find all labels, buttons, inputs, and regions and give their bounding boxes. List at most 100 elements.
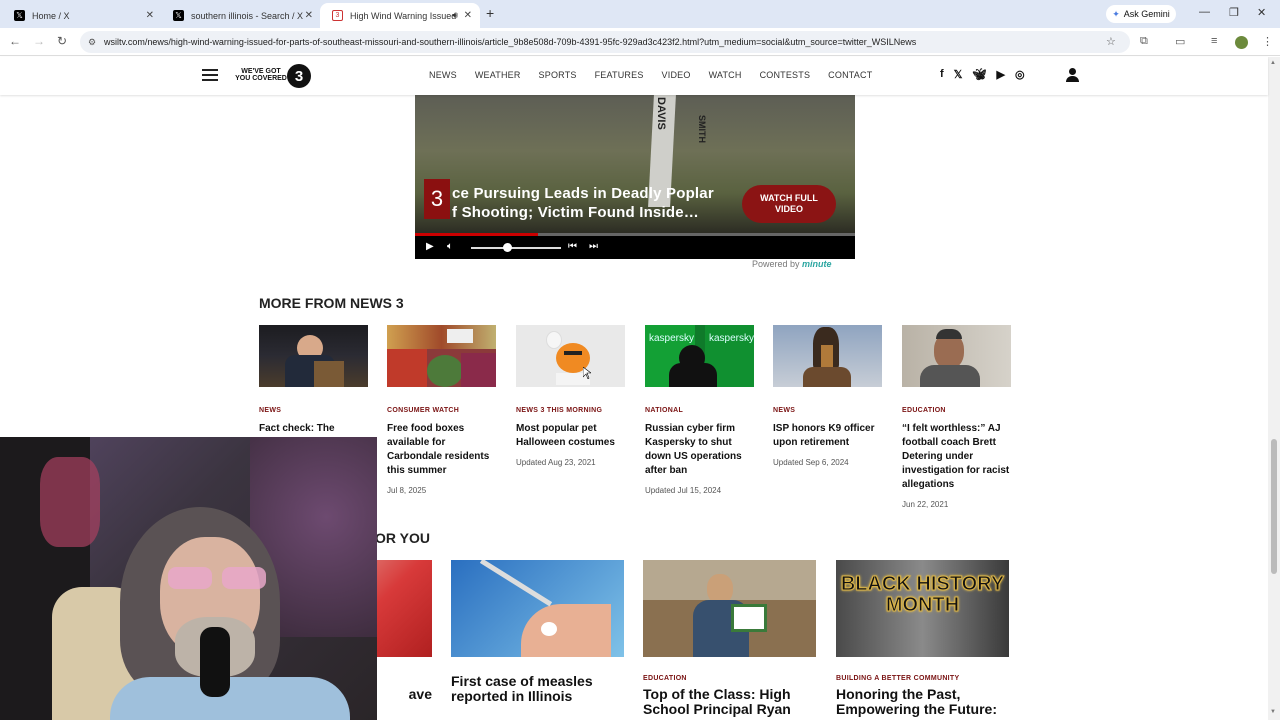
nav-sports[interactable]: SPORTS — [539, 70, 577, 80]
bookmark-star-icon[interactable]: ☆ — [1106, 35, 1116, 48]
story-date: Jun 22, 2021 — [902, 500, 949, 509]
story-category[interactable]: CONSUMER WATCH — [387, 407, 496, 414]
story-title[interactable]: Top of the Class: High School Principal … — [643, 687, 816, 717]
url-text: wsiltv.com/news/high-wind-warning-issued… — [104, 37, 917, 47]
story-category[interactable]: NEWS 3 THIS MORNING — [516, 407, 625, 414]
nav-features[interactable]: FEATURES — [595, 70, 644, 80]
reading-mode-icon[interactable]: ▭ — [1175, 35, 1185, 48]
story-thumbnail[interactable]: kaspersky kaspersky — [645, 325, 754, 387]
mute-icon[interactable]: 🔈︎ — [447, 241, 453, 252]
story-card[interactable]: EDUCATION “I felt worthless:” AJ footbal… — [902, 325, 1011, 509]
story-title[interactable]: First case of measles reported in Illino… — [451, 674, 624, 704]
social-links: f 𝕏 🦋︎ ▶ ◎ — [940, 68, 1025, 81]
back-icon[interactable]: ← — [9, 34, 21, 48]
story-title[interactable]: ISP honors K9 officer upon retirement — [773, 422, 882, 450]
nav-contact[interactable]: CONTACT — [828, 70, 872, 80]
story-category[interactable]: EDUCATION — [902, 407, 1011, 414]
menu-icon[interactable]: ⋮ — [1262, 35, 1273, 48]
story-category[interactable]: NATIONAL — [645, 407, 754, 414]
bluesky-icon[interactable]: 🦋︎ — [973, 68, 987, 81]
close-window-icon[interactable]: ✕ — [1257, 6, 1266, 19]
nav-contests[interactable]: CONTESTS — [760, 70, 811, 80]
scroll-thumb[interactable] — [1271, 439, 1277, 574]
story-category[interactable]: NEWS — [773, 407, 882, 414]
story-thumbnail[interactable] — [259, 325, 368, 387]
scroll-up-icon[interactable]: ▲ — [1270, 60, 1276, 66]
story-card[interactable]: CONSUMER WATCH Free food boxes available… — [387, 325, 496, 495]
tab-search-x[interactable]: 𝕏 southern illinois - Search / X ✕ — [161, 3, 321, 28]
story-title[interactable]: Honoring the Past, Empowering the Future… — [836, 687, 1009, 717]
story-card[interactable]: kaspersky kaspersky NATIONAL Russian cyb… — [645, 325, 754, 495]
watch-full-video-button[interactable]: WATCH FULL VIDEO — [742, 185, 836, 223]
extensions-icon[interactable]: ⧉ — [1140, 35, 1148, 48]
ask-gemini-button[interactable]: ✦ Ask Gemini — [1106, 5, 1176, 23]
video-headline: ce Pursuing Leads in Deadly Poplar f Sho… — [452, 184, 714, 222]
story-title[interactable]: “I felt worthless:” AJ football coach Br… — [902, 422, 1011, 492]
story-title[interactable]: Most popular pet Halloween costumes — [516, 422, 625, 450]
new-tab-button[interactable]: + — [486, 5, 494, 21]
story-thumbnail[interactable] — [902, 325, 1011, 387]
video-frame: DAVIS SMITH 3 ce Pursuing Leads in Deadl… — [415, 95, 855, 235]
tab-title: southern illinois - Search / X — [191, 10, 304, 21]
powered-by: Powered by minute — [752, 259, 832, 269]
volume-knob[interactable] — [503, 243, 512, 252]
next-icon[interactable]: ⏭︎ — [589, 241, 598, 252]
site-info-icon[interactable]: ⚙︎ — [88, 37, 96, 48]
reload-icon[interactable]: ↻ — [57, 34, 67, 48]
story-card[interactable]: BLACK HISTORY MONTH BUILDING A BETTER CO… — [836, 560, 1009, 717]
story-title[interactable]: Russian cyber firm Kaspersky to shut dow… — [645, 422, 754, 478]
scroll-down-icon[interactable]: ▼ — [1270, 709, 1276, 715]
story-card[interactable]: NEWS 3 THIS MORNING Most popular pet Hal… — [516, 325, 625, 467]
media-icon[interactable]: ≡ — [1211, 35, 1217, 47]
forward-icon[interactable]: → — [33, 34, 45, 48]
story-thumbnail[interactable] — [643, 560, 816, 657]
headline-line: f Shooting; Victim Found Inside… — [452, 204, 699, 221]
restore-icon[interactable]: ❐ — [1229, 6, 1239, 19]
story-thumbnail[interactable] — [387, 325, 496, 387]
story-category[interactable]: EDUCATION — [643, 675, 816, 682]
minimize-icon[interactable]: — — [1199, 6, 1210, 18]
facebook-icon[interactable]: f — [940, 68, 944, 81]
address-bar[interactable]: ⚙︎ wsiltv.com/news/high-wind-warning-iss… — [80, 31, 1130, 53]
x-icon[interactable]: 𝕏 — [954, 68, 963, 81]
volume-slider[interactable] — [471, 247, 561, 249]
nav-watch[interactable]: WATCH — [709, 70, 742, 80]
browser-tab-strip: 𝕏 Home / X ✕ 𝕏 southern illinois - Searc… — [0, 0, 1280, 28]
story-thumbnail[interactable] — [773, 325, 882, 387]
speaker-icon[interactable]: 🔊︎ — [452, 10, 458, 21]
nav-weather[interactable]: WEATHER — [475, 70, 521, 80]
kaspersky-sign: kaspersky — [709, 333, 754, 344]
page-scrollbar[interactable]: ▲ ▼ — [1268, 57, 1280, 720]
profile-avatar-icon[interactable] — [1235, 36, 1248, 49]
story-card[interactable]: First case of measles reported in Illino… — [451, 560, 624, 704]
story-card[interactable]: NEWS Fact check: The second — [259, 325, 368, 450]
story-date: Updated Aug 23, 2021 — [516, 458, 596, 467]
story-card[interactable]: EDUCATION Top of the Class: High School … — [643, 560, 816, 717]
tab-home-x[interactable]: 𝕏 Home / X ✕ — [2, 3, 162, 28]
story-card[interactable]: NEWS ISP honors K9 officer upon retireme… — [773, 325, 882, 467]
close-icon[interactable]: ✕ — [305, 10, 313, 21]
instagram-icon[interactable]: ◎ — [1015, 68, 1025, 81]
close-icon[interactable]: ✕ — [464, 10, 472, 21]
hamburger-menu-icon[interactable] — [202, 69, 218, 81]
youtube-icon[interactable]: ▶ — [997, 68, 1005, 81]
account-icon[interactable] — [1066, 68, 1079, 82]
story-thumbnail[interactable] — [516, 325, 625, 387]
nav-news[interactable]: NEWS — [429, 70, 457, 80]
close-icon[interactable]: ✕ — [146, 10, 154, 21]
minute-logo[interactable]: minute — [802, 259, 832, 269]
previous-icon[interactable]: ⏮︎ — [568, 241, 577, 252]
story-thumbnail[interactable]: BLACK HISTORY MONTH — [836, 560, 1009, 657]
play-icon[interactable]: ▶ — [426, 241, 434, 252]
story-category[interactable]: BUILDING A BETTER COMMUNITY — [836, 675, 1009, 682]
story-title[interactable]: Free food boxes available for Carbondale… — [387, 422, 496, 478]
site-nav: NEWS WEATHER SPORTS FEATURES VIDEO WATCH… — [429, 70, 872, 80]
headline-line: ce Pursuing Leads in Deadly Poplar — [452, 185, 714, 202]
story-thumbnail[interactable] — [451, 560, 624, 657]
nav-video[interactable]: VIDEO — [662, 70, 691, 80]
tab-high-wind[interactable]: 3 High Wind Warning Issued 🔊︎ ✕ — [320, 3, 480, 28]
video-player[interactable]: DAVIS SMITH 3 ce Pursuing Leads in Deadl… — [415, 95, 855, 259]
tab-title: High Wind Warning Issued — [350, 10, 457, 21]
site-logo[interactable]: WE'VE GOT YOU COVERED 3 — [235, 63, 315, 89]
story-category[interactable]: NEWS — [259, 407, 368, 414]
